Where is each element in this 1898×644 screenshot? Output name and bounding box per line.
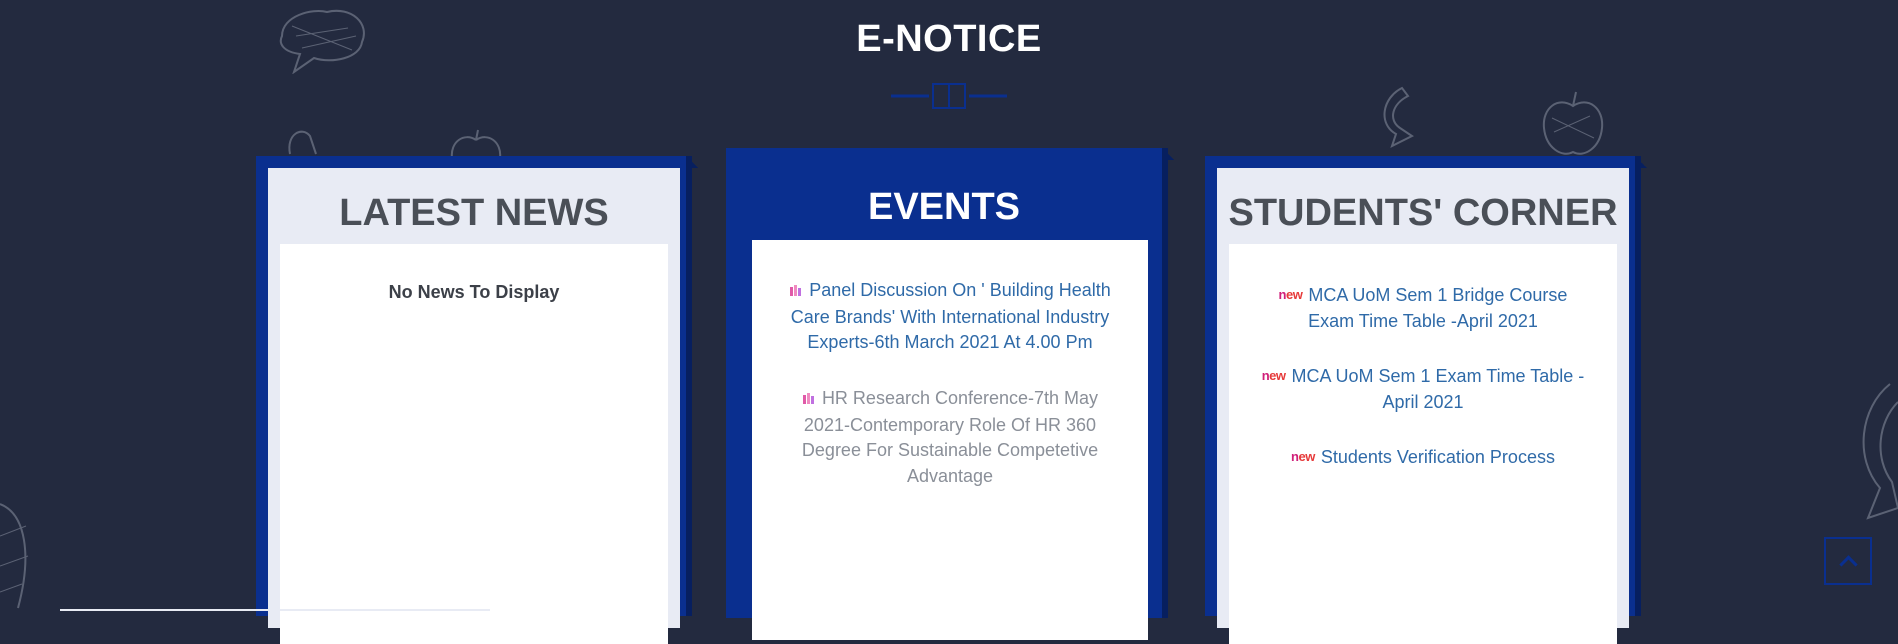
event-item[interactable]: HR Research Conference-7th May 2021-Cont…	[777, 386, 1123, 489]
hook-doodle-icon	[286, 124, 326, 160]
latest-news-title: LATEST NEWS	[339, 192, 609, 234]
new-sparkle-icon	[789, 279, 803, 305]
notice-item-text: Students Verification Process	[1320, 447, 1555, 467]
notice-item-text: MCA UoM Sem 1 Exam Time Table - April 20…	[1291, 366, 1585, 412]
notice-item[interactable]: new MCA UoM Sem 1 Exam Time Table - April…	[1254, 363, 1592, 415]
events-title: EVENTS	[867, 186, 1021, 228]
apple-doodle-icon	[1538, 88, 1608, 160]
event-item-text: Panel Discussion On ' Building Health Ca…	[790, 280, 1111, 352]
section-title: E-NOTICE	[856, 18, 1042, 60]
notice-item-text: MCA UoM Sem 1 Bridge Course Exam Time Ta…	[1308, 285, 1568, 331]
back-to-top-button[interactable]	[1824, 537, 1872, 585]
new-badge-icon: new	[1261, 368, 1286, 383]
arrow-doodle-icon	[1372, 84, 1420, 150]
latest-news-body: No News To Display	[280, 244, 668, 644]
events-card: EVENTS Panel Discussion On ' Building He…	[726, 148, 1174, 640]
arrow-doodle-icon	[1840, 378, 1898, 528]
events-body: Panel Discussion On ' Building Health Ca…	[752, 240, 1148, 640]
latest-news-card: LATEST NEWS No News To Display	[256, 156, 698, 644]
no-news-message: No News To Display	[388, 282, 560, 302]
title-divider-icon	[889, 82, 1009, 115]
chevron-up-icon	[1839, 555, 1858, 574]
leaf-doodle-icon	[0, 496, 34, 611]
students-corner-card: STUDENTS' CORNER new MCA UoM Sem 1 Bridge…	[1205, 156, 1647, 644]
students-corner-body: new MCA UoM Sem 1 Bridge Course Exam Time…	[1229, 244, 1617, 644]
event-item-text: HR Research Conference-7th May 2021-Cont…	[801, 388, 1099, 486]
notice-item[interactable]: new Students Verification Process	[1254, 444, 1592, 471]
new-sparkle-icon	[802, 387, 816, 413]
new-badge-icon: new	[1278, 287, 1303, 302]
notice-item[interactable]: new MCA UoM Sem 1 Bridge Course Exam Time…	[1254, 282, 1592, 334]
students-corner-title: STUDENTS' CORNER	[1228, 192, 1618, 234]
apple-doodle-icon	[446, 128, 506, 158]
new-badge-icon: new	[1291, 449, 1315, 464]
event-item[interactable]: Panel Discussion On ' Building Health Ca…	[777, 278, 1123, 356]
